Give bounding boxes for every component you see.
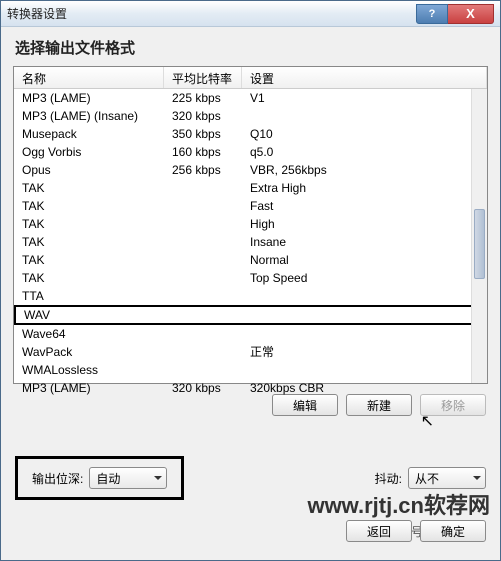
cell-rate: 350 kbps: [164, 125, 242, 143]
titlebar[interactable]: 转换器设置 ? X: [1, 1, 500, 27]
cell-name: Musepack: [14, 125, 164, 143]
dither-group: 抖动: 从不: [375, 467, 486, 489]
bitdepth-select[interactable]: 自动: [89, 467, 167, 489]
cell-name: MP3 (LAME): [14, 379, 164, 397]
cell-name: TAK: [14, 179, 164, 197]
edit-button[interactable]: 编辑: [272, 394, 338, 416]
list-item[interactable]: MP3 (LAME)225 kbpsV1: [14, 89, 487, 107]
col-name[interactable]: 名称: [14, 67, 164, 88]
heading: 选择输出文件格式: [1, 27, 500, 66]
cell-settings: Fast: [242, 197, 487, 215]
col-settings[interactable]: 设置: [242, 67, 487, 88]
col-rate[interactable]: 平均比特率: [164, 67, 242, 88]
cell-name: Opus: [14, 161, 164, 179]
cell-name: TAK: [14, 269, 164, 287]
bitdepth-group: 输出位深: 自动: [15, 456, 184, 500]
cell-name: MP3 (LAME): [14, 89, 164, 107]
list-item[interactable]: WMALossless: [14, 361, 487, 379]
cell-settings: Top Speed: [242, 269, 487, 287]
cell-name: Ogg Vorbis: [14, 143, 164, 161]
scroll-thumb[interactable]: [474, 209, 485, 279]
cell-rate: 320 kbps: [164, 379, 242, 397]
create-button[interactable]: 新建: [346, 394, 412, 416]
list-item[interactable]: WAV: [14, 305, 487, 325]
list-item[interactable]: MP3 (LAME)320 kbps320kbps CBR: [14, 379, 487, 397]
cell-name: MP3 (LAME) (Insane): [14, 107, 164, 125]
cell-settings: Normal: [242, 251, 487, 269]
chevron-down-icon: [154, 476, 162, 484]
bitdepth-value: 自动: [96, 470, 120, 487]
cell-rate: 320 kbps: [164, 107, 242, 125]
cell-settings: Insane: [242, 233, 487, 251]
list-item[interactable]: TTA: [14, 287, 487, 305]
format-list: 名称 平均比特率 设置 MP3 (LAME)225 kbpsV1MP3 (LAM…: [13, 66, 488, 384]
list-item[interactable]: WavPack 正常: [14, 343, 487, 361]
cell-name: TAK: [14, 251, 164, 269]
list-item[interactable]: Wave64: [14, 325, 487, 343]
cell-settings: 正常: [242, 343, 487, 361]
cell-name: TTA: [14, 287, 164, 305]
list-item[interactable]: TAK Insane: [14, 233, 487, 251]
cell-rate: 160 kbps: [164, 143, 242, 161]
cell-settings: High: [242, 215, 487, 233]
dialog-window: 转换器设置 ? X 选择输出文件格式 名称 平均比特率 设置 MP3 (LAME…: [0, 0, 501, 561]
cell-name: TAK: [14, 215, 164, 233]
scrollbar[interactable]: [471, 89, 487, 383]
cell-name: Wave64: [14, 325, 164, 343]
cell-settings: VBR, 256kbps: [242, 161, 487, 179]
help-button[interactable]: ?: [416, 4, 448, 24]
remove-button[interactable]: 移除: [420, 394, 486, 416]
list-header: 名称 平均比特率 设置: [14, 67, 487, 89]
cell-settings: 320kbps CBR: [242, 379, 487, 397]
cell-name: WAV: [16, 306, 166, 324]
cell-name: WavPack: [14, 343, 164, 361]
list-item[interactable]: MP3 (LAME) (Insane)320 kbps: [14, 107, 487, 125]
bitdepth-label: 输出位深:: [32, 470, 83, 487]
cell-settings: Extra High: [242, 179, 487, 197]
close-button[interactable]: X: [448, 4, 494, 24]
cell-name: TAK: [14, 233, 164, 251]
list-item[interactable]: Ogg Vorbis160 kbpsq5.0: [14, 143, 487, 161]
chevron-down-icon: [473, 476, 481, 484]
cell-rate: 225 kbps: [164, 89, 242, 107]
list-item[interactable]: TAK Extra High: [14, 179, 487, 197]
list-item[interactable]: Musepack350 kbpsQ10: [14, 125, 487, 143]
list-item[interactable]: Opus256 kbpsVBR, 256kbps: [14, 161, 487, 179]
cell-settings: q5.0: [242, 143, 487, 161]
dither-label: 抖动:: [375, 470, 402, 487]
list-item[interactable]: TAK Fast: [14, 197, 487, 215]
cell-name: WMALossless: [14, 361, 164, 379]
window-title: 转换器设置: [7, 5, 416, 22]
cell-rate: 256 kbps: [164, 161, 242, 179]
dither-value: 从不: [415, 470, 439, 487]
list-item[interactable]: TAK Normal: [14, 251, 487, 269]
cell-settings: V1: [242, 89, 487, 107]
ok-button[interactable]: 确定: [420, 520, 486, 542]
cell-settings: Q10: [242, 125, 487, 143]
list-item[interactable]: TAK Top Speed: [14, 269, 487, 287]
footer-buttons: 返回 确定: [1, 520, 500, 542]
back-button[interactable]: 返回: [346, 520, 412, 542]
cell-name: TAK: [14, 197, 164, 215]
dither-select[interactable]: 从不: [408, 467, 486, 489]
options-row: 输出位深: 自动 抖动: 从不: [1, 416, 500, 500]
list-item[interactable]: TAK High: [14, 215, 487, 233]
